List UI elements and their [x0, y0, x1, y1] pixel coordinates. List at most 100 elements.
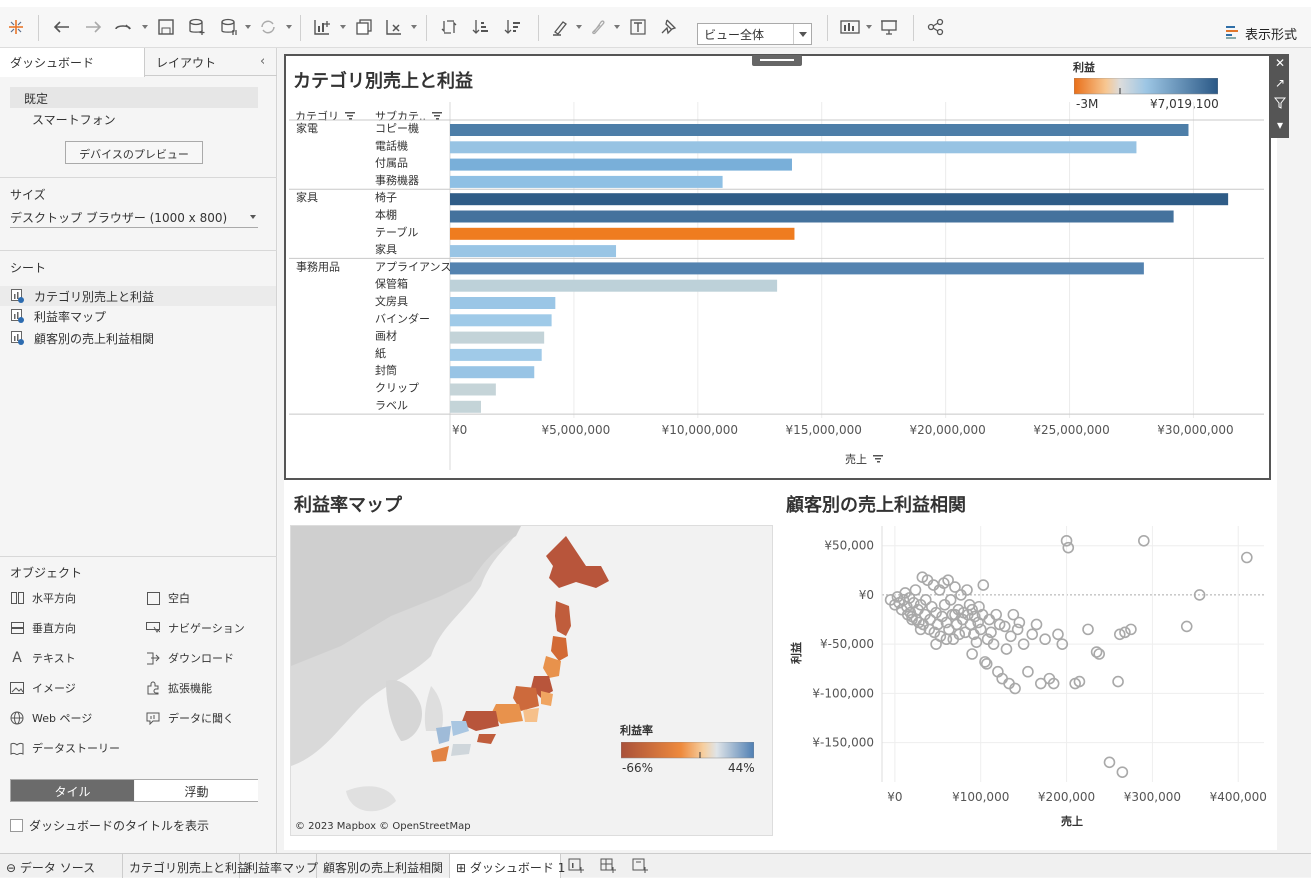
object-navigation[interactable]: ナビゲーション — [146, 620, 245, 636]
more-options-icon[interactable]: ▾ — [1271, 116, 1289, 134]
show-title-checkbox[interactable]: ダッシュボードのタイトルを表示 — [10, 817, 209, 834]
new-worksheet-tab-icon[interactable] — [568, 858, 586, 874]
scatter-point[interactable] — [1013, 616, 1026, 629]
scatter-point[interactable] — [1011, 623, 1024, 636]
sheet-item-profit-map[interactable]: 利益率マップ — [0, 306, 276, 326]
bar-mark[interactable] — [450, 366, 535, 379]
bar-mark[interactable] — [450, 175, 723, 188]
remove-zone-icon[interactable]: ✕ — [1271, 54, 1289, 72]
go-to-sheet-icon[interactable]: ↗ — [1271, 74, 1289, 92]
bar-mark[interactable] — [450, 314, 552, 327]
redo-icon[interactable] — [83, 15, 105, 39]
device-item-phone[interactable]: スマートフォン — [10, 108, 258, 129]
scatter-point[interactable] — [1030, 618, 1043, 631]
sort-descending-icon[interactable] — [502, 15, 524, 39]
float-option[interactable]: 浮動 — [135, 780, 258, 801]
collapse-panel-icon[interactable]: ‹ — [260, 54, 265, 69]
scatter-point[interactable] — [940, 633, 953, 646]
checkbox-box[interactable] — [10, 819, 23, 832]
sort-icon[interactable] — [873, 455, 883, 463]
show-cards-icon[interactable] — [838, 15, 862, 39]
scatter-point[interactable] — [1082, 623, 1094, 636]
bar-mark[interactable] — [450, 297, 556, 309]
tab-sheet-customer-scatter[interactable]: 顧客別の売上利益相関 — [317, 854, 450, 878]
scatter-plot[interactable]: ¥50,000 ¥0 ¥-50,000 ¥-100,000 ¥-150,000 ¥0 ¥10… — [778, 520, 1272, 840]
scatter-point[interactable] — [909, 584, 922, 596]
object-image[interactable]: イメージ — [10, 680, 76, 696]
bar-mark[interactable] — [450, 348, 542, 361]
show-mark-labels-icon[interactable] — [627, 15, 649, 39]
show-me-button[interactable]: 表示形式 — [1225, 24, 1297, 43]
scatter-point[interactable] — [1116, 766, 1129, 778]
bar-chart-plot[interactable]: 家電 コピー機電話機付属品事務機器家具 椅子本棚テーブル家具事務用品 アプライアンス保… — [286, 100, 1268, 475]
object-blank[interactable]: 空白 — [146, 590, 190, 606]
device-item-default[interactable]: 既定 — [10, 87, 258, 108]
zone-move-handle[interactable] — [752, 55, 802, 66]
object-extension[interactable]: 拡張機能 — [146, 680, 212, 696]
scatter-point[interactable] — [1180, 620, 1193, 633]
object-vertical[interactable]: 垂直方向 — [10, 620, 76, 636]
bar-mark[interactable] — [450, 245, 617, 258]
sheet-item-customer-scatter[interactable]: 顧客別の売上利益相関 — [0, 328, 276, 348]
scatter-point[interactable] — [983, 613, 996, 626]
highlight-icon[interactable] — [549, 15, 571, 39]
new-dashboard-tab-icon[interactable] — [600, 858, 618, 874]
new-datasource-icon[interactable] — [186, 15, 208, 39]
save-icon[interactable] — [155, 15, 177, 39]
presentation-mode-icon[interactable] — [878, 15, 900, 39]
size-select[interactable]: デスクトップ ブラウザー (1000 x 800) — [10, 208, 258, 228]
refresh-icon[interactable] — [257, 15, 279, 39]
bar-mark[interactable] — [450, 400, 481, 413]
bar-mark[interactable] — [450, 383, 496, 396]
group-members-icon[interactable] — [586, 15, 608, 39]
pause-updates-icon[interactable] — [218, 15, 240, 39]
object-horizontal[interactable]: 水平方向 — [10, 590, 76, 606]
tab-dashboard[interactable]: ダッシュボード — [0, 48, 145, 77]
bar-mark[interactable] — [450, 158, 792, 171]
object-webpage[interactable]: Web ページ — [10, 710, 92, 726]
scatter-point[interactable] — [1093, 648, 1105, 660]
object-download[interactable]: ダウンロード — [146, 650, 234, 666]
profit-color-legend[interactable] — [1074, 78, 1218, 95]
tab-data-source[interactable]: ⊖ データ ソース — [0, 854, 123, 878]
clear-sheet-icon[interactable] — [383, 15, 405, 39]
sort-ascending-icon[interactable] — [470, 15, 492, 39]
bar-mark[interactable] — [450, 227, 795, 240]
fix-axes-pin-icon[interactable] — [658, 15, 680, 39]
undo-icon[interactable] — [50, 15, 72, 39]
object-data-story[interactable]: データストーリー — [10, 740, 120, 756]
bar-mark[interactable] — [450, 124, 1189, 136]
map-canvas[interactable] — [291, 526, 773, 836]
bar-mark[interactable] — [450, 262, 1144, 275]
new-story-tab-icon[interactable] — [632, 858, 650, 874]
scatter-point[interactable] — [1062, 541, 1075, 554]
object-ask-data[interactable]: データに聞く — [146, 710, 234, 726]
scatter-point[interactable] — [1125, 623, 1137, 636]
bar-mark[interactable] — [450, 193, 1229, 206]
tab-layout[interactable]: レイアウト — [146, 48, 256, 76]
tile-option[interactable]: タイル — [11, 780, 134, 801]
swap-rows-columns-icon[interactable] — [438, 15, 460, 39]
new-worksheet-icon[interactable] — [311, 15, 333, 39]
scatter-point[interactable] — [966, 648, 978, 660]
x-axis-title-sales[interactable]: 売上 — [845, 451, 883, 467]
tableau-logo-icon[interactable] — [6, 15, 26, 39]
scatter-point[interactable] — [1052, 628, 1064, 641]
share-icon[interactable] — [925, 15, 947, 39]
tab-sheet-category-sales[interactable]: カテゴリ別売上と利益 — [123, 854, 249, 878]
scatter-point[interactable] — [1026, 628, 1039, 641]
scatter-point[interactable] — [1103, 756, 1116, 769]
profit-map[interactable]: © 2023 Mapbox © OpenStreetMap — [290, 525, 773, 836]
scatter-point[interactable] — [1138, 534, 1150, 547]
device-preview-button[interactable]: デバイスのプレビュー — [65, 141, 203, 164]
scatter-point[interactable] — [1000, 643, 1013, 655]
scatter-point[interactable] — [1039, 633, 1051, 646]
duplicate-sheet-icon[interactable] — [353, 15, 375, 39]
swap-icon[interactable] — [113, 15, 135, 39]
view-fit-select[interactable]: ビュー全体 — [697, 23, 812, 45]
tab-dashboard-1[interactable]: ⊞ ダッシュボード 1 — [450, 854, 565, 878]
bar-mark[interactable] — [450, 279, 778, 292]
scatter-point[interactable] — [1112, 675, 1124, 688]
scatter-point[interactable] — [977, 579, 990, 591]
sheet-item-category-sales[interactable]: カテゴリ別売上と利益 — [0, 286, 276, 306]
